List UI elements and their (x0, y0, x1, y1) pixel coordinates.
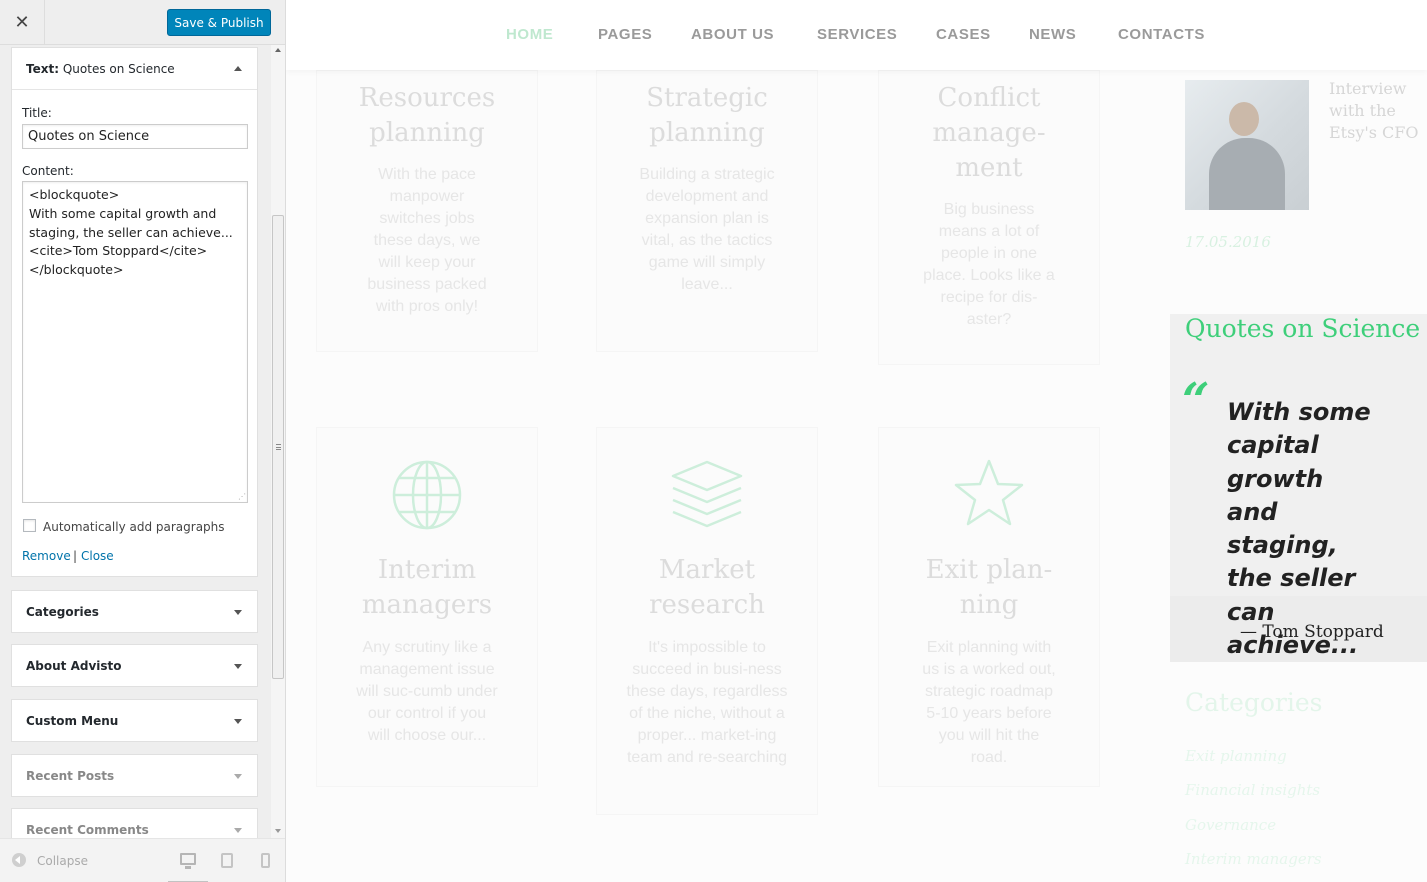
scrollbar-thumb[interactable] (272, 215, 284, 679)
auto-paragraphs-label: Automatically add paragraphs (43, 520, 225, 534)
chevron-down-icon[interactable] (234, 664, 242, 669)
close-link[interactable]: Close (81, 549, 114, 563)
tablet-icon[interactable] (221, 853, 233, 868)
category-link[interactable]: Interim managers (1185, 850, 1322, 868)
scroll-down-icon[interactable] (275, 829, 281, 833)
nav-about-us[interactable]: ABOUT US (691, 26, 774, 43)
card-text: Any scrutiny like a management issue wil… (356, 639, 498, 744)
post-thumbnail[interactable] (1185, 80, 1309, 210)
panel-scrollbar[interactable] (271, 45, 285, 838)
widget-title: Custom Menu (26, 714, 119, 728)
mobile-icon[interactable] (261, 853, 270, 868)
thumbnail-figure (1209, 138, 1285, 210)
widget-about-advisto[interactable]: About Advisto (11, 644, 258, 687)
recent-post-date: 17.05.2016 (1185, 233, 1271, 251)
widget-title: About Advisto (26, 659, 122, 673)
widget-title: Recent Comments (26, 823, 149, 837)
card-text: It's impossible to succeed in busi-ness … (626, 639, 788, 766)
category-link[interactable]: Exit planning (1185, 747, 1287, 765)
card-text: Exit planning with us is a worked out, s… (922, 639, 1056, 766)
chevron-down-icon[interactable] (234, 774, 242, 779)
widget-header[interactable]: Text: Quotes on Science (12, 48, 257, 90)
chevron-down-icon[interactable] (234, 719, 242, 724)
card-title: Exit plan-ning (925, 555, 1053, 620)
card-text: With the pace manpower switches jobs the… (367, 166, 487, 315)
nav-contacts[interactable]: CONTACTS (1118, 26, 1205, 43)
card-title: Conflict manage-ment (932, 83, 1046, 183)
panel-header: ✕ Save & Publish (0, 0, 285, 45)
quotes-widget: Quotes on Science “ With some capital gr… (1170, 314, 1427, 662)
auto-paragraphs-checkbox[interactable] (23, 519, 36, 532)
category-link[interactable]: Governance (1185, 816, 1276, 834)
chevron-down-icon[interactable] (234, 610, 242, 615)
remove-link[interactable]: Remove (22, 549, 71, 563)
widget-title: Categories (26, 605, 99, 619)
title-input[interactable] (22, 124, 248, 149)
nav-pages[interactable]: PAGES (598, 26, 652, 43)
card-text: Building a strategic development and exp… (639, 166, 775, 293)
content-textarea[interactable]: <blockquote> With some capital growth an… (22, 181, 248, 503)
collapse-icon[interactable] (12, 853, 26, 867)
service-card[interactable]: Exit plan-ning Exit planning with us is … (878, 427, 1100, 787)
card-title: Resources planning (358, 83, 496, 148)
nav-news[interactable]: NEWS (1029, 26, 1076, 43)
collapse-button[interactable]: Collapse (37, 854, 88, 868)
quotes-widget-title: Quotes on Science (1185, 314, 1421, 343)
categories-title: Categories (1185, 688, 1323, 717)
grip-icon (276, 444, 281, 450)
card-title: Market research (649, 555, 765, 620)
widget-text-quotes: Text: Quotes on Science Title: Content: … (11, 47, 258, 577)
layers-icon (671, 460, 743, 528)
customizer-panel: ✕ Save & Publish Text: Quotes on Science… (0, 0, 286, 882)
service-card[interactable]: Conflict manage-ment Big business means … (878, 70, 1100, 365)
service-card[interactable]: Interim managers Any scrutiny like a man… (316, 427, 538, 787)
recent-post-title[interactable]: Interview with the Etsy's CFO (1329, 78, 1421, 144)
content-label: Content: (22, 164, 74, 178)
globe-icon (392, 460, 462, 530)
quote-mark-icon: “ (1182, 373, 1210, 429)
main-nav: HOME PAGES ABOUT US SERVICES CASES NEWS … (286, 0, 1427, 70)
thumbnail-head (1229, 102, 1259, 136)
service-card[interactable]: Strategic planning Building a strategic … (596, 70, 818, 352)
widget-categories[interactable]: Categories (11, 590, 258, 633)
site-preview: HOME PAGES ABOUT US SERVICES CASES NEWS … (286, 0, 1427, 882)
widget-custom-menu[interactable]: Custom Menu (11, 699, 258, 742)
title-label: Title: (22, 106, 52, 120)
chevron-down-icon[interactable] (234, 828, 242, 833)
link-separator: | (73, 549, 78, 563)
widget-title: Recent Posts (26, 769, 115, 783)
card-title: Strategic planning (646, 83, 768, 148)
category-link[interactable]: Financial insights (1185, 781, 1320, 799)
scroll-up-icon[interactable] (275, 48, 281, 52)
card-text: Big business means a lot of people in on… (923, 201, 1055, 328)
quote-cite: — Tom Stoppard (1240, 622, 1384, 642)
nav-services[interactable]: SERVICES (817, 26, 897, 43)
panel-footer: Collapse (0, 838, 285, 882)
close-icon[interactable]: ✕ (0, 0, 45, 45)
service-card[interactable]: Market research It's impossible to succe… (596, 427, 818, 815)
save-publish-button[interactable]: Save & Publish (167, 9, 271, 36)
chevron-up-icon[interactable] (234, 66, 242, 71)
widget-recent-posts[interactable]: Recent Posts (11, 754, 258, 797)
desktop-icon[interactable] (180, 853, 196, 869)
nav-cases[interactable]: CASES (936, 26, 991, 43)
service-card[interactable]: Resources planning With the pace manpowe… (316, 70, 538, 352)
resize-grip-icon[interactable]: ⋰ (238, 493, 246, 501)
customizer-root: ✕ Save & Publish Text: Quotes on Science… (0, 0, 1427, 882)
nav-home[interactable]: HOME (506, 26, 553, 43)
widget-name: Quotes on Science (62, 62, 175, 76)
star-icon (954, 459, 1024, 526)
widget-type-label: Text: (26, 62, 60, 76)
widget-heading: Text: Quotes on Science (26, 62, 175, 76)
card-title: Interim managers (361, 555, 493, 620)
